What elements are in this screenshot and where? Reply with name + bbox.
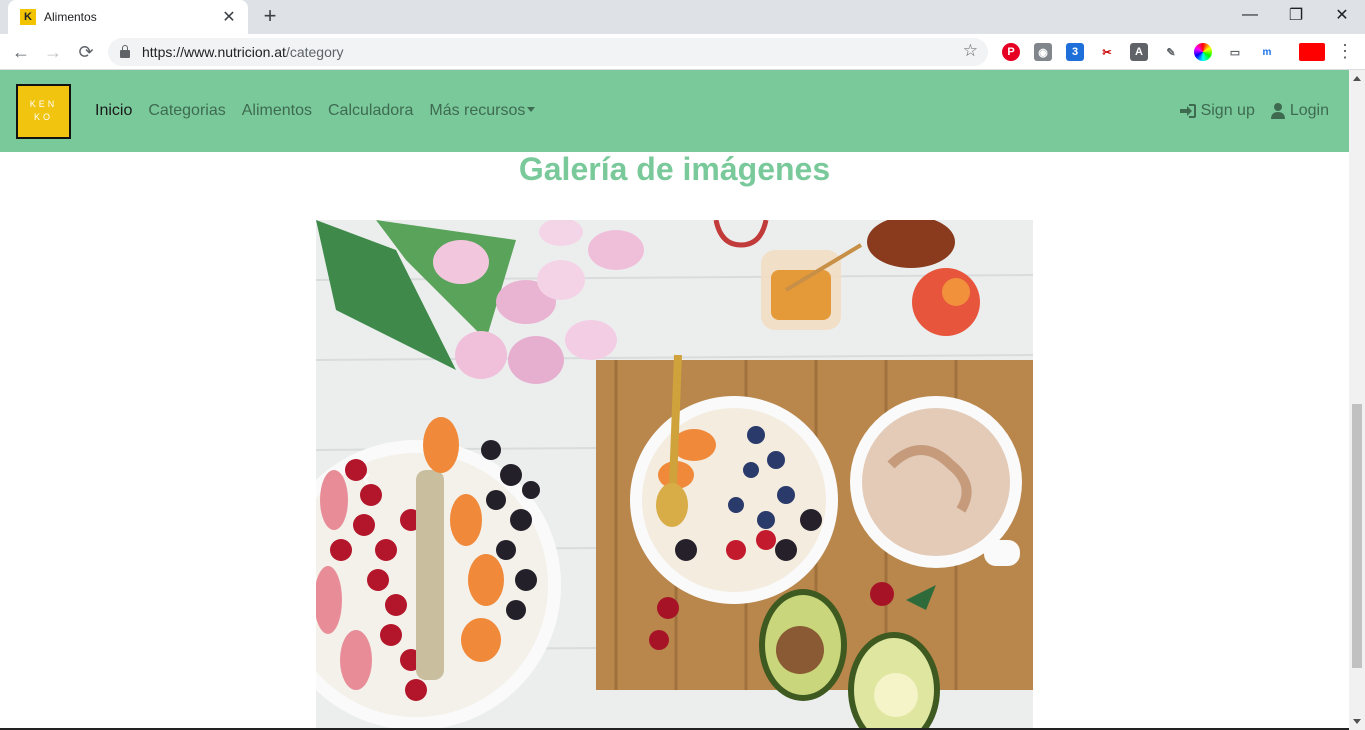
- nav-link-categorias[interactable]: Categorias: [148, 102, 225, 120]
- cast-extension-icon[interactable]: ▭: [1226, 43, 1244, 61]
- sign-in-icon: [1179, 104, 1196, 118]
- restore-window-button[interactable]: ❐: [1273, 0, 1319, 30]
- minimize-window-button[interactable]: —: [1227, 0, 1273, 30]
- color-wheel-extension-icon[interactable]: [1194, 43, 1212, 61]
- browser-tab[interactable]: K Alimentos ✕: [8, 0, 248, 34]
- tab-strip: K Alimentos ✕ + — ❐ ✕: [0, 0, 1365, 34]
- new-tab-button[interactable]: +: [258, 4, 282, 28]
- url-text: https://www.nutricion.at/category: [142, 44, 344, 60]
- reload-button[interactable]: ⟳: [74, 40, 98, 64]
- nav-link-inicio[interactable]: Inicio: [95, 102, 132, 120]
- user-icon: [1270, 103, 1285, 119]
- css-extension-icon[interactable]: 3: [1066, 43, 1084, 61]
- forward-button[interactable]: →: [41, 40, 65, 64]
- nav-auth: Sign up Login: [1164, 70, 1329, 152]
- browser-menu-icon[interactable]: ⋮: [1336, 42, 1354, 60]
- page-scrollbar[interactable]: [1349, 70, 1365, 730]
- carousel-image[interactable]: [316, 220, 1033, 730]
- login-link[interactable]: Login: [1270, 102, 1329, 120]
- caret-down-icon: [527, 107, 536, 112]
- nav-link-calculadora[interactable]: Calculadora: [328, 102, 413, 120]
- eyedropper-extension-icon[interactable]: ✎: [1162, 43, 1180, 61]
- movistar-extension-icon[interactable]: m: [1258, 43, 1276, 61]
- scroll-up-icon[interactable]: [1353, 76, 1361, 81]
- pinterest-extension-icon[interactable]: P: [1002, 43, 1020, 61]
- address-bar[interactable]: https://www.nutricion.at/category ☆: [108, 38, 988, 66]
- red-extension-icon[interactable]: [1299, 43, 1325, 61]
- camera-extension-icon[interactable]: ◉: [1034, 43, 1052, 61]
- lock-icon: [120, 45, 130, 58]
- food-photo-illustration: [316, 220, 1033, 730]
- back-button[interactable]: ←: [9, 40, 33, 64]
- link-extension-icon[interactable]: ✂: [1098, 43, 1116, 61]
- nav-links: Inicio Categorias Alimentos Calculadora …: [95, 102, 551, 120]
- tab-title: Alimentos: [44, 10, 97, 24]
- brand-logo[interactable]: KEN KO: [16, 83, 71, 139]
- close-tab-icon[interactable]: ✕: [220, 7, 238, 27]
- gallery-title: Galería de imágenes: [518, 151, 831, 187]
- carousel-prev-icon[interactable]: ‹: [362, 462, 371, 493]
- signup-link[interactable]: Sign up: [1179, 102, 1255, 120]
- nav-dropdown-mas-recursos[interactable]: Más recursos: [429, 102, 536, 120]
- scroll-down-icon[interactable]: [1353, 719, 1361, 724]
- nav-link-alimentos[interactable]: Alimentos: [242, 102, 312, 120]
- bookmark-star-icon[interactable]: ☆: [963, 41, 978, 61]
- favicon-icon: K: [20, 9, 36, 25]
- scroll-thumb[interactable]: [1352, 404, 1362, 668]
- site-navbar: KEN KO Inicio Categorias Alimentos Calcu…: [0, 70, 1349, 152]
- font-extension-icon[interactable]: A: [1130, 43, 1148, 61]
- browser-toolbar: ← → ⟳ https://www.nutricion.at/category …: [0, 34, 1365, 70]
- close-window-button[interactable]: ✕: [1319, 0, 1365, 30]
